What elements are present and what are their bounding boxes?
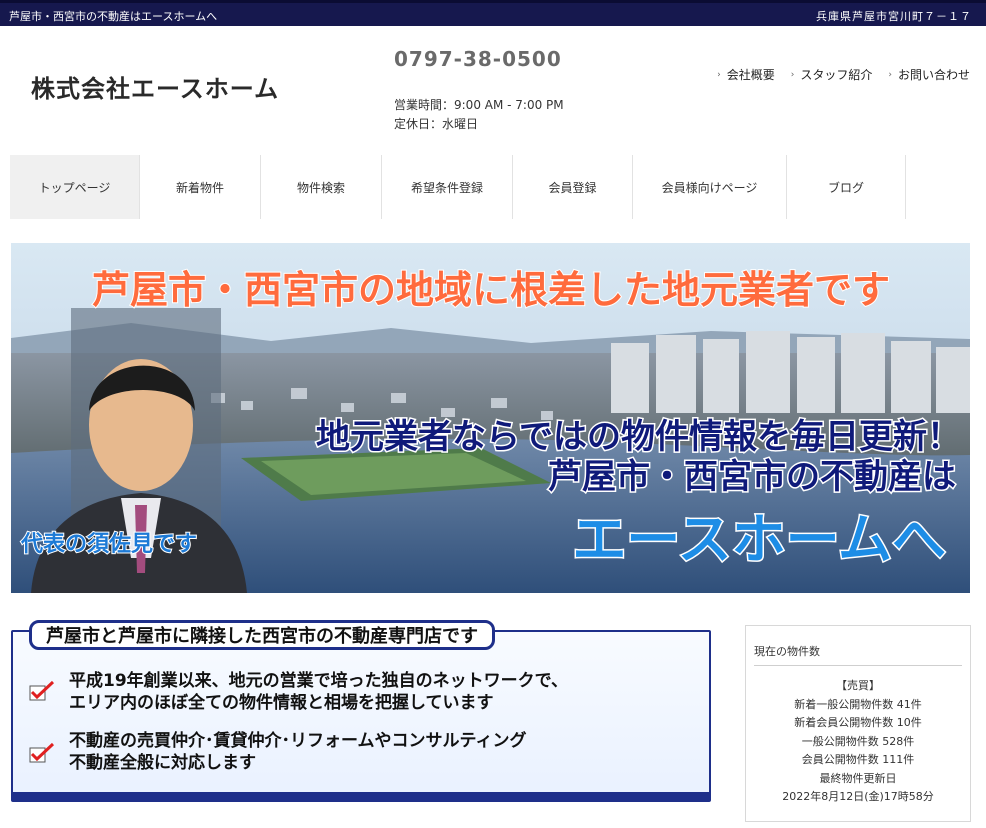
widget-title: 現在の物件数 <box>754 645 820 658</box>
phone-number: 0797-38-0500 <box>394 47 562 71</box>
company-address: 兵庫県芦屋市宮川町７－１７ <box>816 10 972 23</box>
hero-caption: 代表の須佐見です <box>20 531 197 557</box>
top-bar: 芦屋市・西宮市の不動産はエースホームへ 兵庫県芦屋市宮川町７－１７ <box>0 0 986 26</box>
hours-text: 営業時間：9:00 AM - 7:00 PM <box>394 98 564 112</box>
widget-divider <box>754 665 962 666</box>
property-count-widget: 現在の物件数 【売買】 新着一般公開物件数 41件 新着会員公開物件数 10件 … <box>745 625 971 822</box>
nav-item-members-page[interactable]: 会員様向けページ <box>633 155 787 219</box>
business-hours: 営業時間：9:00 AM - 7:00 PM 定休日：水曜日 <box>394 96 564 134</box>
feature-point-2-line-2: 不動産全般に対応します <box>69 753 256 773</box>
link-company-profile[interactable]: › 会社概要 <box>717 66 775 83</box>
feature-title: 芦屋市と芦屋市に隣接した西宮市の不動産専門店です <box>29 620 495 650</box>
main-nav: トップページ 新着物件 物件検索 希望条件登録 会員登録 会員様向けページ ブロ… <box>10 155 976 219</box>
hero-image: 芦屋市・西宮市の地域に根差した地元業者です 地元業者ならではの物件情報を毎日更新… <box>11 243 970 593</box>
closed-day-text: 定休日：水曜日 <box>394 117 479 131</box>
count-row: 会員公開物件数 111件 <box>801 753 915 766</box>
feature-point-2-line-1: 不動産の売買仲介･賃貸仲介･リフォームやコンサルティング <box>69 731 527 751</box>
count-row: 2022年8月12日(金)17時58分 <box>782 790 934 803</box>
count-list: 【売買】 新着一般公開物件数 41件 新着会員公開物件数 10件 一般公開物件数… <box>746 677 970 807</box>
checkmark-icon <box>29 680 55 701</box>
count-row: 一般公開物件数 528件 <box>801 734 915 748</box>
company-logo[interactable]: 株式会社エースホーム <box>31 69 279 104</box>
nav-item-blog[interactable]: ブログ <box>787 155 906 219</box>
header-links: › 会社概要 › スタッフ紹介 › お問い合わせ <box>717 66 970 83</box>
nav-item-new-listings[interactable]: 新着物件 <box>140 155 261 219</box>
feature-point-1-line-1: 平成19年創業以来、地元の営業で培った独自のネットワークで、 <box>69 671 568 691</box>
feature-point-1-line-2: エリア内のほぼ全ての物件情報と相場を把握しています <box>69 693 494 713</box>
link-label: お問い合わせ <box>897 68 970 82</box>
nav-item-top[interactable]: トップページ <box>10 155 140 219</box>
count-section-label: 【売買】 <box>836 679 880 692</box>
hero-banner[interactable]: 芦屋市・西宮市の地域に根差した地元業者です 地元業者ならではの物件情報を毎日更新… <box>11 243 970 593</box>
link-label: スタッフ紹介 <box>800 68 873 82</box>
count-row: 最終物件更新日 <box>819 771 897 785</box>
nav-item-preference-registration[interactable]: 希望条件登録 <box>382 155 513 219</box>
checkmark-icon <box>29 742 55 763</box>
hero-headline: 芦屋市・西宮市の地域に根差した地元業者です <box>92 268 890 312</box>
hero-brand-text: エースホームへ <box>572 508 946 571</box>
feature-box: 芦屋市と芦屋市に隣接した西宮市の不動産専門店です 平成19年創業以来、地元の営業… <box>11 620 711 802</box>
chevron-right-icon: › <box>888 69 892 80</box>
nav-item-property-search[interactable]: 物件検索 <box>261 155 382 219</box>
link-contact[interactable]: › お問い合わせ <box>888 66 970 83</box>
chevron-right-icon: › <box>790 69 795 80</box>
hero-line-2: 芦屋市・西宮市の不動産は <box>548 457 956 497</box>
count-row: 新着一般公開物件数 41件 <box>794 697 922 711</box>
link-label: 会社概要 <box>726 68 775 82</box>
nav-item-member-registration[interactable]: 会員登録 <box>513 155 633 219</box>
feature-box-bottom-border <box>13 792 709 800</box>
hero-line-1: 地元業者ならではの物件情報を毎日更新！ <box>316 417 961 457</box>
chevron-right-icon: › <box>717 69 721 80</box>
count-row: 新着会員公開物件数 10件 <box>794 716 922 729</box>
link-staff[interactable]: › スタッフ紹介 <box>791 66 873 83</box>
site-tagline: 芦屋市・西宮市の不動産はエースホームへ <box>9 10 218 23</box>
